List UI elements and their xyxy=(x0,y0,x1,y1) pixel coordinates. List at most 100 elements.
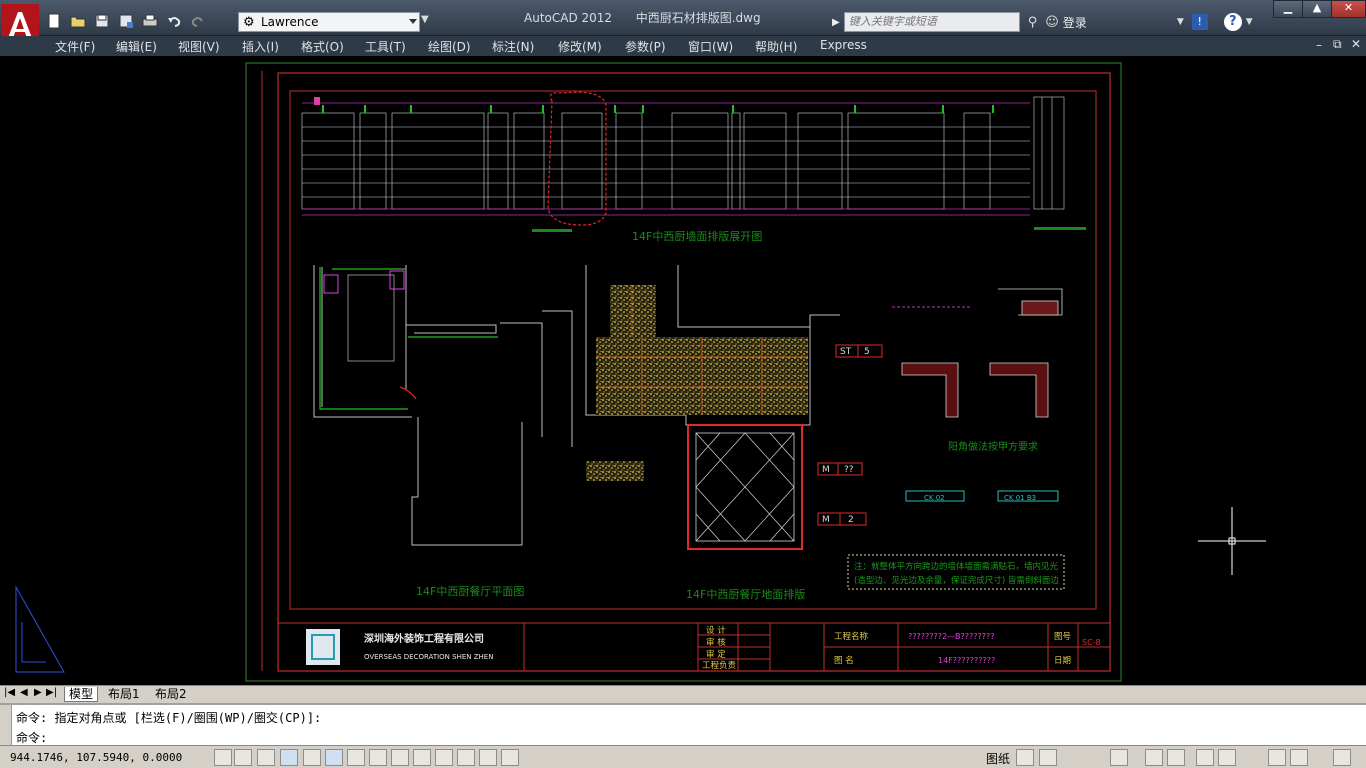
save-as-icon[interactable] xyxy=(116,11,136,31)
menu-insert[interactable]: 插入(I) xyxy=(242,38,279,55)
object-snap-icon[interactable] xyxy=(325,749,343,766)
hardware-acceleration-icon[interactable] xyxy=(1268,749,1286,766)
tab-nav-prev[interactable]: ◀ xyxy=(20,687,28,698)
stone-pattern-area xyxy=(610,285,656,345)
menu-express[interactable]: Express xyxy=(820,38,867,52)
tb-no-label: 图号 xyxy=(1054,632,1071,642)
quick-view-layouts-icon[interactable] xyxy=(1016,749,1034,766)
transparency-icon[interactable] xyxy=(457,749,475,766)
menu-bar: 文件(F) 编辑(E) 视图(V) 插入(I) 格式(O) 工具(T) 绘图(D… xyxy=(0,36,1366,56)
tab-model[interactable]: 模型 xyxy=(64,687,99,702)
command-window-grip[interactable] xyxy=(0,705,12,745)
floor-title: 14F中西厨餐厅地面排版 xyxy=(686,587,805,601)
plan-title: 14F中西厨餐厅平面图 xyxy=(416,584,524,598)
isolate-objects-icon[interactable] xyxy=(1290,749,1308,766)
ortho-mode-icon[interactable] xyxy=(280,749,298,766)
menu-view[interactable]: 视图(V) xyxy=(178,38,220,55)
file-name: 中西厨石材排版图.dwg xyxy=(635,11,761,25)
wall-tag-1: CK 02 xyxy=(924,494,945,502)
lineweight-icon[interactable] xyxy=(435,749,453,766)
quick-properties-icon[interactable] xyxy=(479,749,497,766)
menu-tools[interactable]: 工具(T) xyxy=(365,38,406,55)
undo-icon[interactable] xyxy=(164,11,184,31)
chevron-down-icon xyxy=(409,19,417,24)
tab-nav-next[interactable]: ▶ xyxy=(34,687,42,698)
paper-space-label[interactable]: 图纸 xyxy=(986,750,1010,767)
tab-layout2[interactable]: 布局2 xyxy=(155,687,187,702)
annotation-visibility-icon[interactable] xyxy=(1167,749,1185,766)
app-name: AutoCAD 2012 xyxy=(524,11,613,25)
elevation-panels xyxy=(301,112,1030,210)
quick-access-toolbar xyxy=(44,10,208,32)
workspace-name: Lawrence xyxy=(261,15,319,29)
help-icon[interactable]: ? xyxy=(1223,13,1242,31)
menu-window[interactable]: 窗口(W) xyxy=(688,38,733,55)
dynamic-ucs-icon[interactable] xyxy=(391,749,409,766)
tb-project-value: ????????2—B???????? xyxy=(908,632,995,641)
exchange-icon[interactable]: ! xyxy=(1191,14,1208,30)
tb-design: 设 计 xyxy=(706,625,726,636)
tag-st-label: ST xyxy=(840,347,852,357)
menu-edit[interactable]: 编辑(E) xyxy=(116,38,157,55)
lock-icon[interactable] xyxy=(1218,749,1236,766)
print-icon[interactable] xyxy=(140,11,160,31)
object-snap-tracking-icon[interactable] xyxy=(369,749,387,766)
menu-modify[interactable]: 修改(M) xyxy=(558,38,602,55)
menu-dimension[interactable]: 标注(N) xyxy=(492,38,534,55)
qat-customize-button[interactable]: ▼ xyxy=(421,14,433,30)
elevation-markers xyxy=(322,105,994,113)
crosshair-cursor xyxy=(1198,507,1266,575)
annotation-scale-icon[interactable] xyxy=(1145,749,1163,766)
login-label[interactable]: 登录 xyxy=(1063,14,1087,31)
command-history: 命令: 指定对角点或 [栏选(F)/圈围(WP)/圈交(CP)]: xyxy=(16,711,322,725)
wall-tag-2: CK 01 B3 xyxy=(1004,494,1036,502)
infer-constraints-icon[interactable] xyxy=(214,749,232,766)
tag-st-number: 5 xyxy=(864,347,870,357)
grid-display-icon[interactable] xyxy=(257,749,275,766)
ucs-icon xyxy=(15,585,65,673)
minimize-button[interactable]: ▁ xyxy=(1273,0,1303,18)
close-button[interactable]: ✕ xyxy=(1331,0,1366,18)
open-folder-icon[interactable] xyxy=(68,11,88,31)
doc-close-button[interactable]: ✕ xyxy=(1351,37,1361,51)
restore-button[interactable]: ▲ xyxy=(1302,0,1332,18)
workspace-dropdown[interactable]: ⚙ Lawrence xyxy=(238,12,420,32)
search-input[interactable]: 键入关键字或短语 xyxy=(843,12,1020,32)
command-input[interactable]: 命令: xyxy=(16,729,47,746)
menu-help[interactable]: 帮助(H) xyxy=(755,38,797,55)
doc-minimize-button[interactable]: – xyxy=(1316,38,1322,52)
status-bar: 944.1746, 107.5940, 0.0000 图纸 xyxy=(0,745,1366,768)
clean-screen-icon[interactable] xyxy=(1333,749,1351,766)
menu-parametric[interactable]: 参数(P) xyxy=(625,38,666,55)
snap-mode-icon[interactable] xyxy=(234,749,252,766)
3d-object-snap-icon[interactable] xyxy=(347,749,365,766)
tab-nav-first[interactable]: |◀ xyxy=(4,687,15,698)
expand-arrow-icon[interactable]: ▶ xyxy=(832,17,840,28)
quick-view-drawings-icon[interactable] xyxy=(1039,749,1057,766)
company-name-en: OVERSEAS DECORATION SHEN ZHEN xyxy=(364,653,493,661)
company-name-cn: 深圳海外装饰工程有限公司 xyxy=(364,632,484,645)
dynamic-input-icon[interactable] xyxy=(413,749,431,766)
elevation-baseline xyxy=(302,102,1030,216)
tab-layout1[interactable]: 布局1 xyxy=(108,687,140,702)
selection-cycling-icon[interactable] xyxy=(501,749,519,766)
menu-format[interactable]: 格式(O) xyxy=(301,38,344,55)
user-icon[interactable]: ☺ xyxy=(1045,15,1059,30)
menu-file[interactable]: 文件(F) xyxy=(55,38,95,55)
new-file-icon[interactable] xyxy=(44,11,64,31)
menu-draw[interactable]: 绘图(D) xyxy=(428,38,471,55)
drawing-canvas[interactable]: 14F中西厨墙面排版展开图 14F中西厨餐厅平面图 14F中西厨餐厅地面排版 S… xyxy=(2,57,1364,685)
maximize-viewport-icon[interactable] xyxy=(1110,749,1128,766)
save-icon[interactable] xyxy=(92,11,112,31)
tb-date-label: 日期 xyxy=(1054,656,1071,666)
binoculars-icon[interactable]: ⚲ xyxy=(1028,15,1038,30)
tab-nav-last[interactable]: ▶| xyxy=(46,687,57,698)
workspace-switching-icon[interactable] xyxy=(1196,749,1214,766)
polar-tracking-icon[interactable] xyxy=(303,749,321,766)
layout-tabs-bar: |◀ ◀ ▶ ▶| 模型 布局1 布局2 xyxy=(0,685,1366,703)
chevron-down-icon[interactable]: ▼ xyxy=(1177,17,1184,27)
redo-icon[interactable] xyxy=(188,11,208,31)
doc-restore-button[interactable]: ⧉ xyxy=(1333,37,1342,52)
chevron-down-icon[interactable]: ▼ xyxy=(1246,17,1253,27)
tag-m1-label: M xyxy=(822,465,830,475)
